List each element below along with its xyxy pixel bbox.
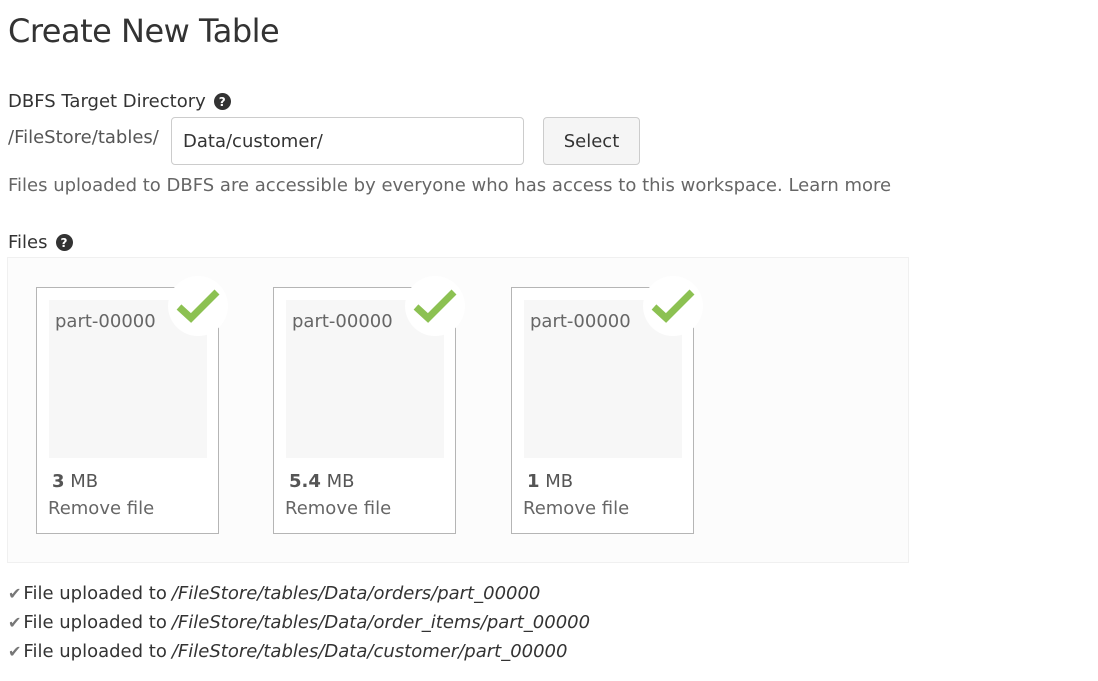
create-table-page: Create New Table DBFS Target Directory ?… [0,0,1098,681]
remove-file-link[interactable]: Remove file [523,498,629,519]
page-title: Create New Table [8,12,280,50]
file-card: part-00000 3 MB Remove file [36,276,228,534]
upload-path: /FileStore/tables/Data/customer/part_000… [171,641,568,662]
upload-path: /FileStore/tables/Data/order_items/part_… [171,612,591,633]
files-label: Files ? [8,232,73,253]
file-name: part-00000 [530,311,631,332]
files-label-text: Files [8,232,48,253]
file-size: 1 MB [527,471,574,492]
upload-status-item: ✔ File uploaded to /FileStore/tables/Dat… [8,637,590,666]
directory-prefix: /FileStore/tables/ [8,127,159,148]
target-directory-input[interactable] [171,117,524,165]
file-size: 3 MB [52,471,99,492]
upload-status-list: ✔ File uploaded to /FileStore/tables/Dat… [8,579,590,666]
check-icon: ✔ [8,642,22,661]
file-card: part-00000 5.4 MB Remove file [273,276,465,534]
file-name: part-00000 [55,311,156,332]
dbfs-access-info: Files uploaded to DBFS are accessible by… [8,175,892,196]
check-icon [643,276,703,336]
dbfs-target-directory-label: DBFS Target Directory ? [8,91,231,112]
file-name: part-00000 [292,311,393,332]
remove-file-link[interactable]: Remove file [48,498,154,519]
file-size: 5.4 MB [289,471,355,492]
upload-path: /FileStore/tables/Data/orders/part_00000 [171,583,541,604]
remove-file-link[interactable]: Remove file [285,498,391,519]
check-icon [405,276,465,336]
check-icon: ✔ [8,613,22,632]
dbfs-target-directory-text: DBFS Target Directory [8,91,206,112]
upload-status-item: ✔ File uploaded to /FileStore/tables/Dat… [8,579,590,608]
question-circle-icon[interactable]: ? [55,234,73,251]
check-icon [168,276,228,336]
select-button[interactable]: Select [543,117,640,165]
upload-status-item: ✔ File uploaded to /FileStore/tables/Dat… [8,608,590,637]
check-icon: ✔ [8,584,22,603]
question-circle-icon[interactable]: ? [213,93,231,110]
file-card: part-00000 1 MB Remove file [511,276,703,534]
